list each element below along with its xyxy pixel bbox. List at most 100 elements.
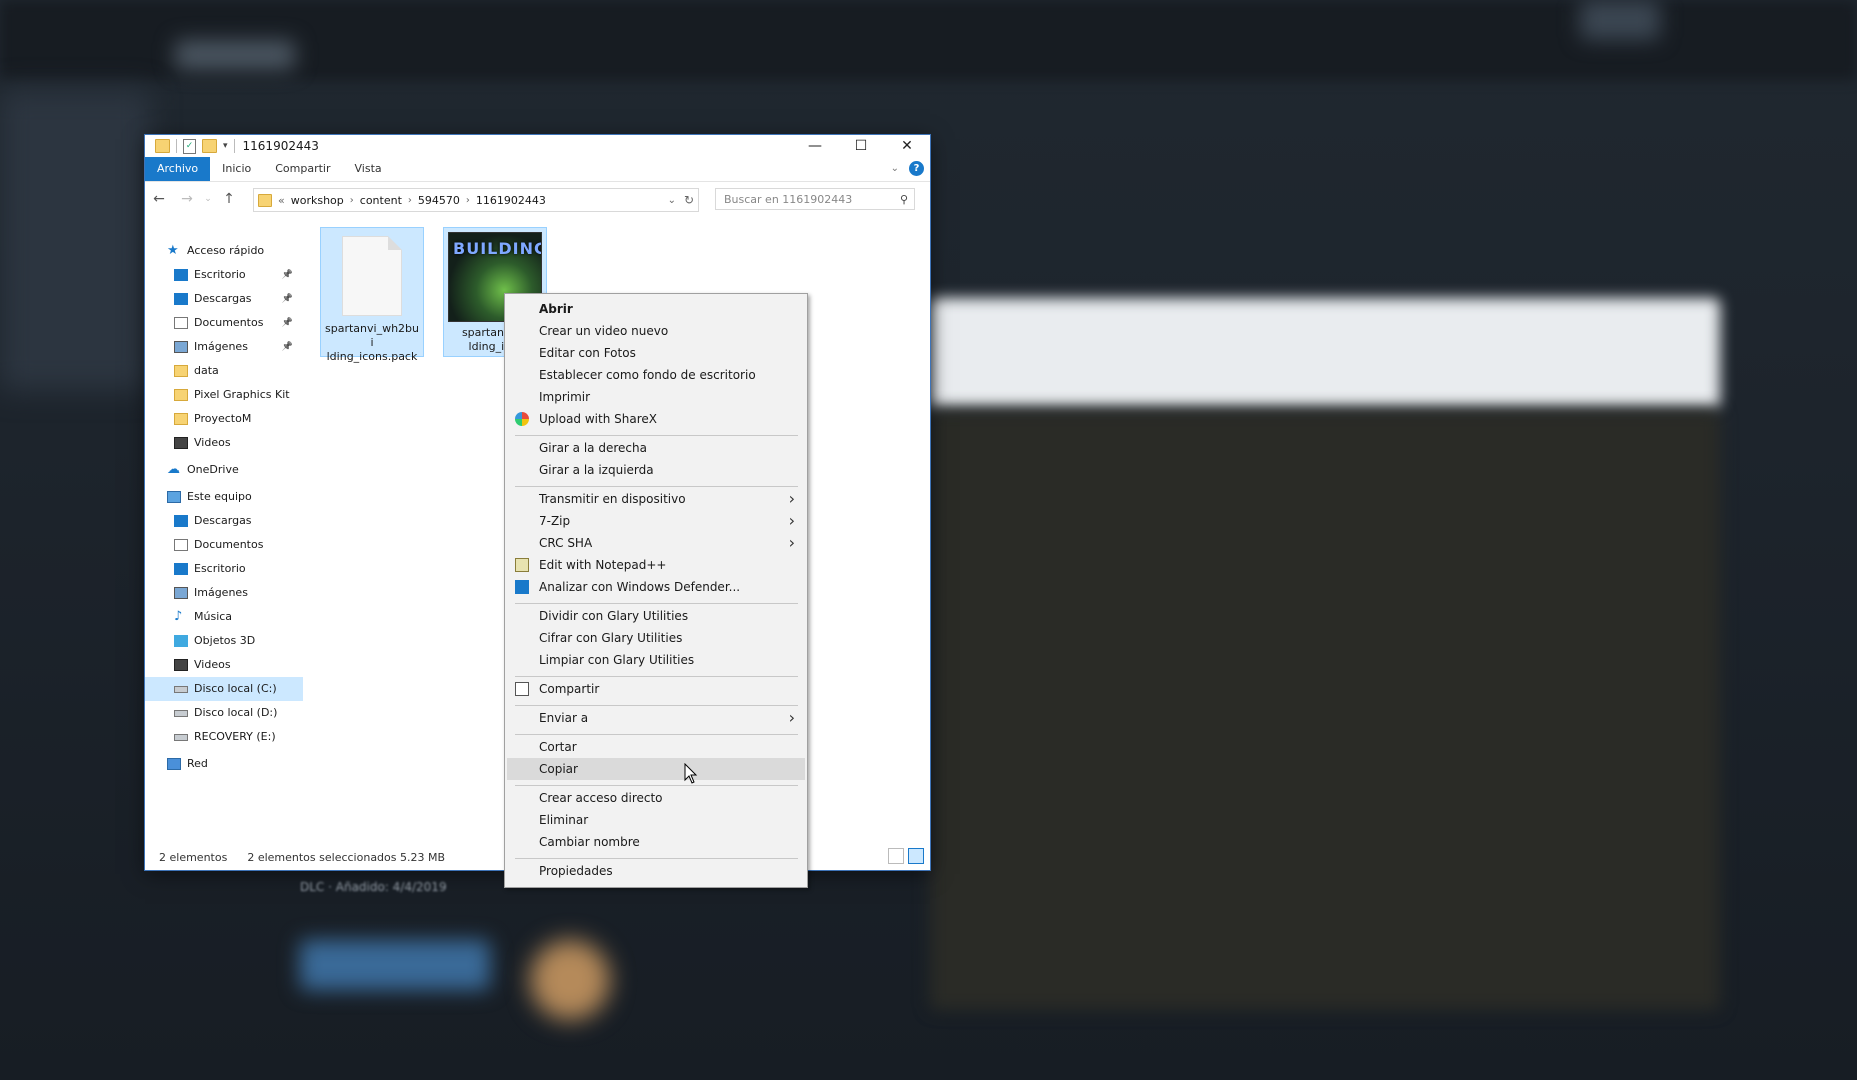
sidebar-item-proyectom[interactable]: ProyectoM xyxy=(145,407,303,431)
menu-item-cifrar-con-glary-utilities[interactable]: Cifrar con Glary Utilities xyxy=(507,627,805,649)
sidebar-item-recovery-e-[interactable]: RECOVERY (E:) xyxy=(145,725,303,749)
menu-separator xyxy=(515,785,798,786)
search-input[interactable]: Buscar en 1161902443 ⚲ xyxy=(715,188,915,210)
menu-item-dividir-con-glary-utilities[interactable]: Dividir con Glary Utilities xyxy=(507,605,805,627)
up-arrow-icon[interactable]: ↑ xyxy=(215,191,243,207)
menu-item-girar-a-la-derecha[interactable]: Girar a la derecha xyxy=(507,437,805,459)
sidebar-item-documentos[interactable]: Documentos xyxy=(145,533,303,557)
drive-icon xyxy=(174,685,188,693)
menu-item-girar-a-la-izquierda[interactable]: Girar a la izquierda xyxy=(507,459,805,481)
menu-item-cortar[interactable]: Cortar xyxy=(507,736,805,758)
new-folder-icon[interactable] xyxy=(202,139,217,153)
menu-item-crear-un-video-nuevo[interactable]: Crear un video nuevo xyxy=(507,320,805,342)
menu-separator xyxy=(515,603,798,604)
maximize-button[interactable]: ☐ xyxy=(838,135,884,157)
chevron-right-icon[interactable]: › xyxy=(350,195,354,206)
menu-item-establecer-como-fondo-de-escritorio[interactable]: Establecer como fondo de escritorio xyxy=(507,364,805,386)
menu-item-limpiar-con-glary-utilities[interactable]: Limpiar con Glary Utilities xyxy=(507,649,805,671)
sidebar-item-escritorio[interactable]: Escritorio xyxy=(145,557,303,581)
mouse-cursor-icon xyxy=(684,763,698,784)
expand-ribbon-icon[interactable]: ⌄ xyxy=(891,163,899,174)
sidebar-item-disco-local-c-[interactable]: Disco local (C:) xyxy=(145,677,303,701)
minimize-button[interactable]: — xyxy=(792,135,838,157)
menu-item-enviar-a[interactable]: Enviar a › xyxy=(507,707,805,729)
tab-inicio[interactable]: Inicio xyxy=(210,157,263,181)
breadcrumb-1161902443[interactable]: 1161902443 xyxy=(476,194,546,207)
customize-toolbar-icon[interactable]: ▾ xyxy=(223,141,228,151)
tab-vista[interactable]: Vista xyxy=(343,157,394,181)
menu-item-imprimir[interactable]: Imprimir xyxy=(507,386,805,408)
sidebar-item-red[interactable]: Red xyxy=(145,752,303,776)
tab-compartir[interactable]: Compartir xyxy=(263,157,342,181)
search-icon[interactable]: ⚲ xyxy=(900,189,908,211)
sidebar-item-descargas[interactable]: Descargas 📌 xyxy=(145,287,303,311)
sidebar-item-videos[interactable]: Videos xyxy=(145,431,303,455)
sidebar-item-documentos[interactable]: Documentos 📌 xyxy=(145,311,303,335)
menu-item-cambiar-nombre[interactable]: Cambiar nombre xyxy=(507,831,805,853)
chevron-down-icon[interactable]: ⌄ xyxy=(668,195,676,206)
chevron-right-icon[interactable]: › xyxy=(466,195,470,206)
breadcrumb-overflow[interactable]: « xyxy=(278,194,285,207)
sidebar-item-música[interactable]: ♪ Música xyxy=(145,605,303,629)
details-view-icon[interactable] xyxy=(888,848,904,864)
sidebar-item-label: Imágenes xyxy=(194,586,248,599)
menu-separator xyxy=(515,435,798,436)
chevron-right-icon[interactable]: › xyxy=(408,195,412,206)
sidebar-item-objetos-3d[interactable]: Objetos 3D xyxy=(145,629,303,653)
sidebar-item-pixel-graphics-kit[interactable]: Pixel Graphics Kit xyxy=(145,383,303,407)
menu-item-label: Crear acceso directo xyxy=(539,791,663,805)
refresh-icon[interactable]: ↻ xyxy=(684,193,694,207)
address-bar[interactable]: « workshop › content › 594570 › 11619024… xyxy=(253,188,699,212)
folder-icon xyxy=(174,413,188,425)
menu-item-upload-with-sharex[interactable]: Upload with ShareX xyxy=(507,408,805,430)
file-item-pack[interactable]: spartanvi_wh2bui lding_icons.pack xyxy=(320,227,424,363)
sidebar-item-acceso-rápido[interactable]: ★ Acceso rápido xyxy=(145,239,303,263)
menu-item-editar-con-fotos[interactable]: Editar con Fotos xyxy=(507,342,805,364)
forward-arrow-icon[interactable]: → xyxy=(173,191,201,207)
share-icon xyxy=(515,682,529,696)
menu-item-label: 7-Zip xyxy=(539,514,571,528)
tab-archivo[interactable]: Archivo xyxy=(145,157,211,181)
breadcrumb-workshop[interactable]: workshop xyxy=(291,194,344,207)
menu-item-analizar-con-windows-defender[interactable]: Analizar con Windows Defender... xyxy=(507,576,805,598)
recent-locations-icon[interactable]: ⌄ xyxy=(201,194,215,204)
sidebar-item-disco-local-d-[interactable]: Disco local (D:) xyxy=(145,701,303,725)
menu-item-copiar[interactable]: Copiar xyxy=(507,758,805,780)
close-button[interactable]: ✕ xyxy=(884,135,930,157)
menu-item-edit-with-notepad[interactable]: Edit with Notepad++ xyxy=(507,554,805,576)
drive-icon xyxy=(174,709,188,717)
sidebar-item-imágenes[interactable]: Imágenes 📌 xyxy=(145,335,303,359)
help-icon[interactable]: ? xyxy=(909,161,924,176)
menu-item-abrir[interactable]: Abrir xyxy=(507,298,805,320)
menu-item-label: Cifrar con Glary Utilities xyxy=(539,631,683,645)
title-bar[interactable]: ✓ ▾ 1161902443 — ☐ ✕ xyxy=(145,135,930,157)
menu-item-crear-acceso-directo[interactable]: Crear acceso directo xyxy=(507,787,805,809)
breadcrumb-content[interactable]: content xyxy=(360,194,402,207)
properties-icon[interactable]: ✓ xyxy=(183,138,196,154)
menu-item-label: Limpiar con Glary Utilities xyxy=(539,653,695,667)
sidebar-item-este-equipo[interactable]: Este equipo xyxy=(145,485,303,509)
back-arrow-icon[interactable]: ← xyxy=(145,191,173,207)
menu-item-label: Cambiar nombre xyxy=(539,835,640,849)
menu-item-transmitir-en-dispositivo[interactable]: Transmitir en dispositivo › xyxy=(507,488,805,510)
menu-item-7-zip[interactable]: 7-Zip › xyxy=(507,510,805,532)
sidebar-item-imágenes[interactable]: Imágenes xyxy=(145,581,303,605)
sidebar-item-escritorio[interactable]: Escritorio 📌 xyxy=(145,263,303,287)
sidebar-item-onedrive[interactable]: ☁ OneDrive xyxy=(145,458,303,482)
menu-item-label: Copiar xyxy=(539,762,578,776)
menu-item-eliminar[interactable]: Eliminar xyxy=(507,809,805,831)
video-icon xyxy=(174,659,188,671)
sidebar-item-descargas[interactable]: Descargas xyxy=(145,509,303,533)
pin-icon: 📌 xyxy=(281,318,293,328)
sidebar-item-videos[interactable]: Videos xyxy=(145,653,303,677)
network-icon xyxy=(167,758,181,770)
menu-item-compartir[interactable]: Compartir xyxy=(507,678,805,700)
menu-item-propiedades[interactable]: Propiedades xyxy=(507,860,805,882)
file-name: spartanvi_wh2bui lding_icons.pack xyxy=(325,322,419,363)
menu-item-crc-sha[interactable]: CRC SHA › xyxy=(507,532,805,554)
breadcrumb-594570[interactable]: 594570 xyxy=(418,194,460,207)
desktop-icon xyxy=(174,269,188,281)
large-icons-view-icon[interactable] xyxy=(908,848,924,864)
sidebar-item-data[interactable]: data xyxy=(145,359,303,383)
sidebar-item-label: OneDrive xyxy=(187,463,239,476)
